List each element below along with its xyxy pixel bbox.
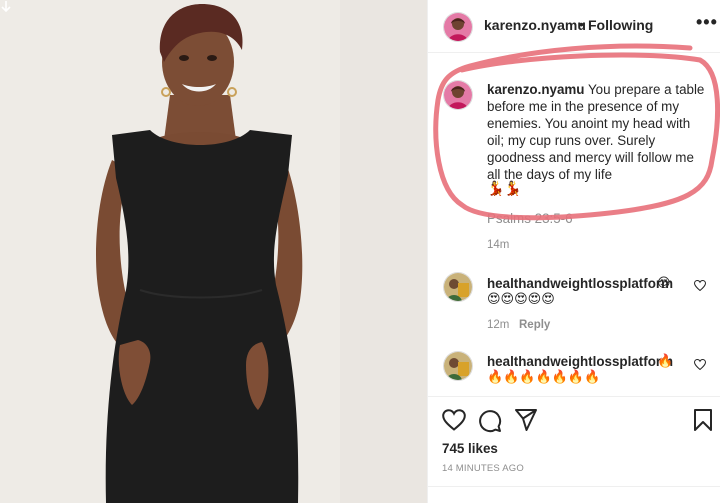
caption-emojis: 💃💃 (487, 180, 522, 196)
comment-emoji-line: 😍😍😍😍😍 (487, 291, 555, 306)
heart-icon[interactable] (442, 409, 466, 431)
comment-like-heart-icon[interactable] (694, 359, 706, 370)
avatar[interactable] (443, 12, 473, 42)
post-timestamp[interactable]: 14 MINUTES AGO (442, 463, 524, 474)
comment-like-heart-icon[interactable] (694, 280, 706, 291)
more-options-icon[interactable]: ••• (696, 12, 718, 33)
likes-count[interactable]: 745 likes (442, 441, 498, 456)
caption-text: karenzo.nyamu You prepare a table before… (487, 81, 709, 183)
bookmark-icon[interactable] (693, 409, 713, 431)
caption-username[interactable]: karenzo.nyamu (487, 82, 585, 97)
following-button[interactable]: Following (588, 17, 653, 33)
separator-dot: • (579, 16, 584, 32)
post-photo[interactable] (0, 0, 427, 503)
post-details-panel: karenzo.nyamu • Following ••• karenzo.ny… (427, 0, 720, 503)
caption-reference: Psalms 23:5-6 (487, 211, 573, 226)
caption-avatar[interactable] (443, 80, 473, 110)
comment-username[interactable]: healthandweightlossplatform (487, 276, 673, 291)
post-actions: 745 likes 14 MINUTES AGO (428, 396, 720, 504)
comment-emoji: 😍 (657, 275, 671, 290)
caption-body: You prepare a table before me in the pre… (487, 82, 705, 182)
woman-in-black-dress-photo (0, 0, 427, 503)
comment-bubble-icon[interactable] (478, 409, 502, 433)
comment-avatar[interactable] (443, 351, 473, 381)
comment-avatar[interactable] (443, 272, 473, 302)
reply-button[interactable]: Reply (519, 319, 550, 331)
paper-plane-icon[interactable] (514, 409, 538, 431)
comment-box-divider (428, 486, 720, 487)
arrow-down-icon[interactable] (0, 0, 12, 14)
comment-emoji: 🔥 (657, 353, 674, 368)
comment-timestamp[interactable]: 12m (487, 319, 509, 331)
comment-emoji-line: 🔥🔥🔥🔥🔥🔥🔥 (487, 369, 601, 384)
caption-timestamp[interactable]: 14m (487, 239, 509, 251)
post-header: karenzo.nyamu • Following ••• (428, 0, 720, 53)
comment-username[interactable]: healthandweightlossplatform (487, 354, 673, 369)
header-username[interactable]: karenzo.nyamu (484, 17, 586, 33)
